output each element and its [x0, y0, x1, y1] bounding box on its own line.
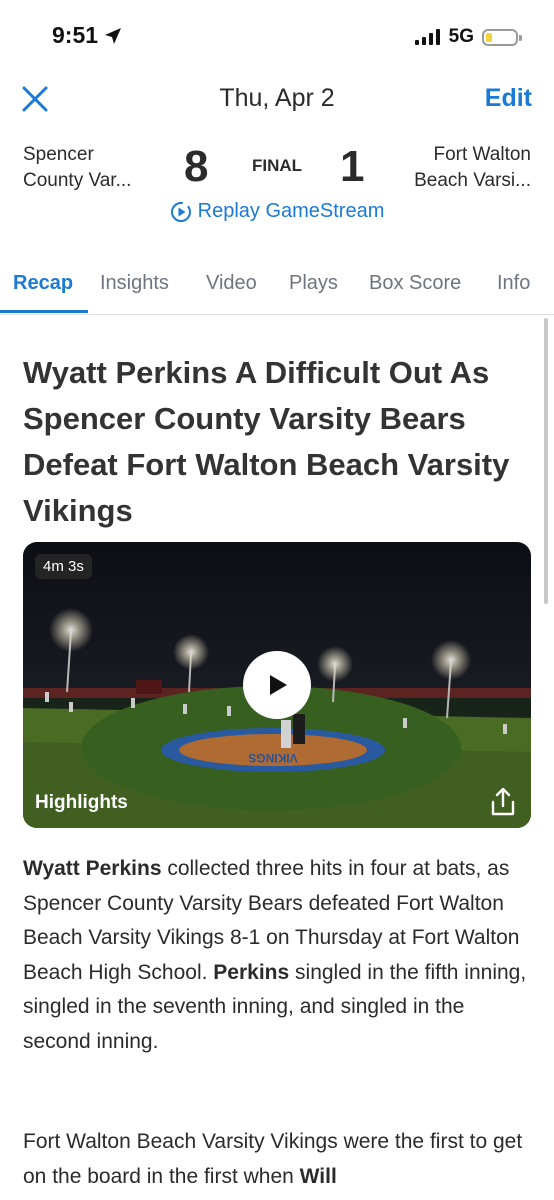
away-score: 1 [340, 142, 365, 191]
active-tab-indicator [0, 310, 88, 313]
tab-info[interactable]: Info [497, 272, 530, 295]
recap-paragraph-1: Wyatt Perkins collected three hits in fo… [23, 852, 533, 1059]
battery-icon [482, 28, 522, 46]
location-arrow-icon [105, 27, 122, 44]
recap-text: Fort Walton Beach Varsity Vikings were t… [23, 1130, 523, 1188]
replay-gamestream-link[interactable]: Replay GameStream [0, 200, 554, 223]
replay-icon [170, 201, 191, 222]
play-icon [270, 675, 287, 695]
video-title: Highlights [35, 792, 128, 813]
status-right: 5G [414, 26, 522, 48]
game-date-title: Thu, Apr 2 [219, 84, 335, 112]
nav-bar: Thu, Apr 2 Edit [0, 74, 554, 124]
status-time-text: 9:51 [52, 22, 99, 48]
tab-box-score[interactable]: Box Score [369, 272, 461, 295]
signal-bars-icon [414, 29, 440, 45]
away-team-line1: Fort Walton [433, 144, 532, 165]
player-name: Perkins [213, 960, 290, 984]
play-button[interactable] [243, 651, 311, 719]
tab-insights[interactable]: Insights [100, 272, 169, 295]
away-team-name[interactable]: Fort Walton Beach Varsi... [414, 142, 531, 194]
scoreboard: Spencer County Var... 8 FINAL 1 Fort Wal… [0, 138, 554, 198]
recap-headline: Wyatt Perkins A Difficult Out As Spencer… [23, 355, 510, 528]
player-name: Wyatt Perkins [23, 857, 162, 880]
network-type: 5G [448, 26, 474, 47]
share-icon[interactable] [487, 786, 519, 818]
scrollbar[interactable] [544, 318, 548, 604]
recap-paragraph-2: Fort Walton Beach Varsity Vikings were t… [23, 1125, 533, 1194]
edit-button[interactable]: Edit [485, 84, 532, 113]
tab-bar: Recap Insights Video Plays Box Score Inf… [0, 260, 554, 315]
tab-plays[interactable]: Plays [289, 272, 338, 295]
tab-recap[interactable]: Recap [13, 272, 73, 295]
video-duration-badge: 4m 3s [35, 554, 92, 579]
away-team-line2: Beach Varsi... [414, 170, 531, 191]
tab-video[interactable]: Video [206, 272, 257, 295]
status-bar: 9:51 5G [0, 0, 554, 74]
highlights-video[interactable]: VIKINGS 4m 3s Highlights [23, 542, 531, 828]
status-time: 9:51 [52, 22, 122, 49]
replay-label: Replay GameStream [197, 200, 385, 222]
player-name: Will [299, 1164, 337, 1188]
